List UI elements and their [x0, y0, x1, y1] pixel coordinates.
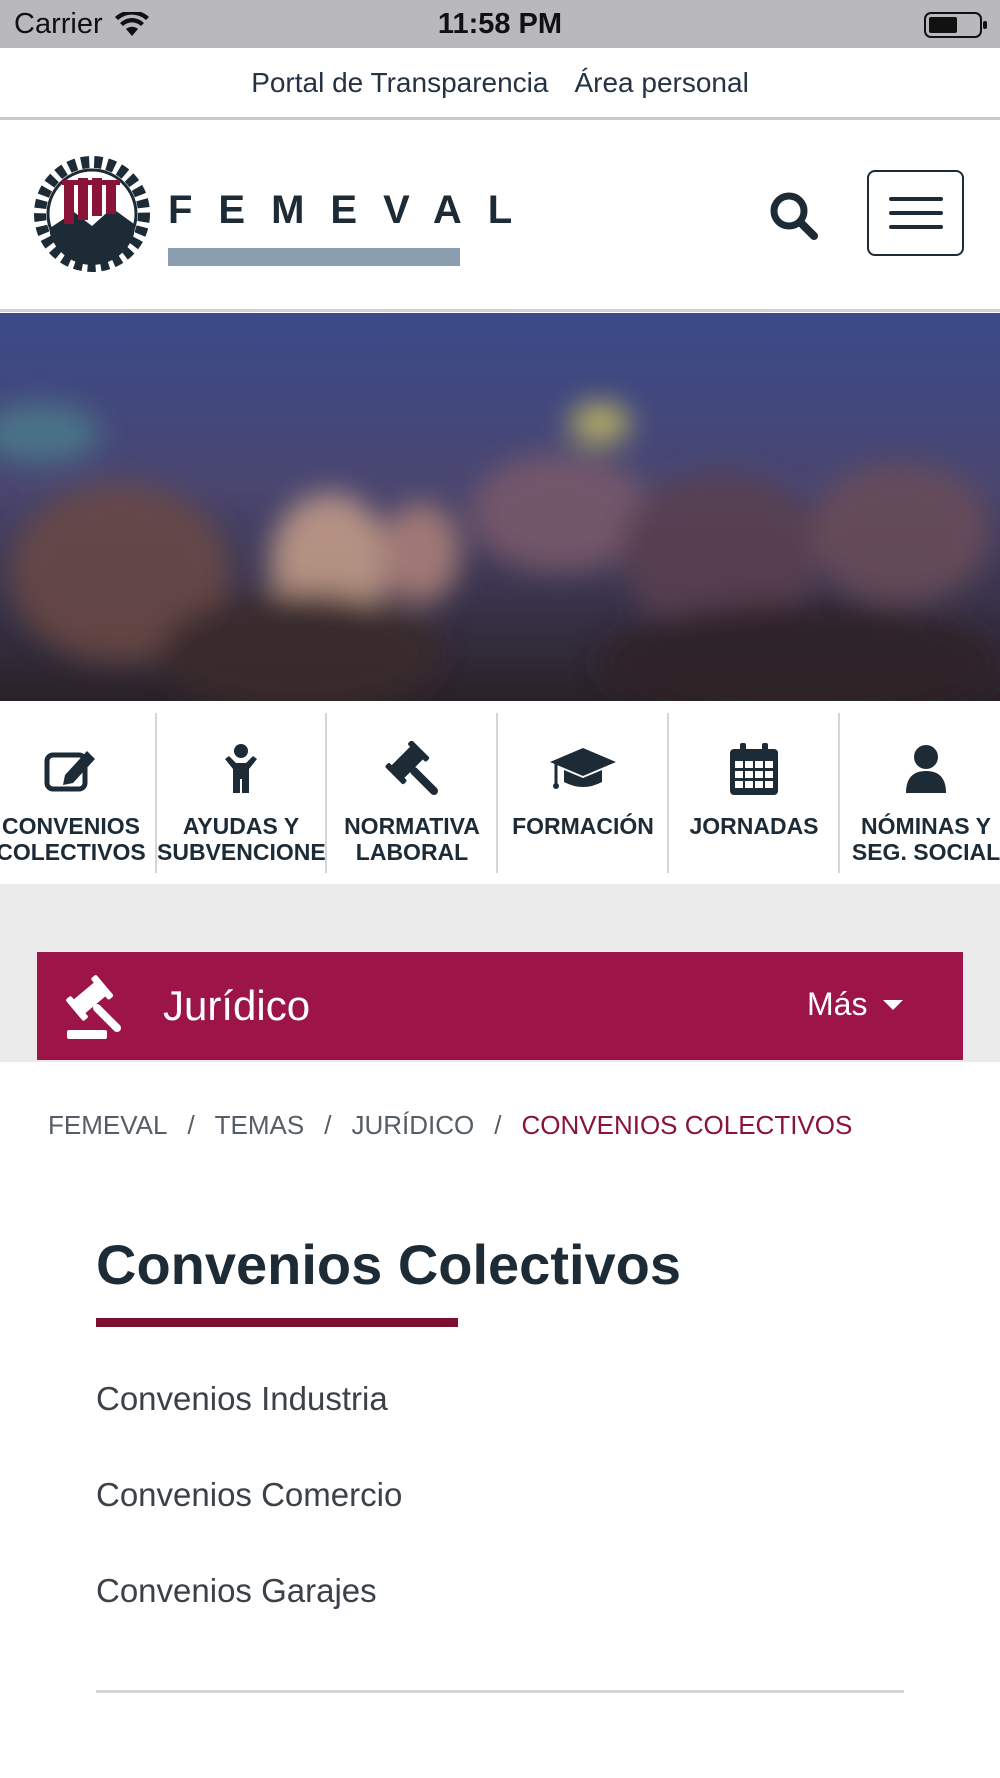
category-label-line1: CONVENIOS [1, 813, 141, 839]
user-icon [906, 745, 946, 793]
category-label-line2: LABORAL [355, 839, 469, 865]
child-icon [225, 744, 257, 793]
edit-icon [44, 751, 95, 792]
category-label-line1: NORMATIVA [344, 813, 480, 839]
category-ayudas-subvenciones[interactable]: AYUDAS Y SUBVENCIONES [157, 713, 327, 873]
category-label-line2: SEG. SOCIAL [851, 839, 1000, 865]
category-label-line2: COLECTIVOS [0, 839, 146, 865]
hamburger-menu-button[interactable] [867, 170, 964, 256]
breadcrumb-item[interactable]: JURÍDICO [351, 1110, 474, 1141]
category-label-line2: SUBVENCIONES [157, 839, 325, 865]
breadcrumb-item[interactable]: FEMEVAL [48, 1110, 167, 1141]
hamburger-line [888, 197, 943, 201]
graduation-cap-icon [550, 748, 616, 789]
caret-down-icon [883, 999, 904, 1010]
category-label-line1: FORMACIÓN [512, 813, 654, 839]
top-links-bar: Portal de Transparencia Área personal [0, 48, 1000, 120]
status-time: 11:58 PM [437, 8, 563, 40]
category-jornadas[interactable]: JORNADAS [670, 713, 840, 873]
gavel-icon [66, 975, 121, 1039]
list-item-convenios-comercio[interactable]: Convenios Comercio [96, 1476, 904, 1572]
breadcrumb-separator: / [324, 1110, 332, 1140]
calendar-icon [730, 743, 778, 795]
category-label-line1: AYUDAS Y [182, 813, 300, 839]
category-normativa-laboral[interactable]: NORMATIVA LABORAL [328, 713, 498, 873]
category-nav: CONVENIOS COLECTIVOS AYUDAS Y SUBVENCION… [0, 701, 1000, 884]
femeval-logo[interactable]: FEMEVAL [34, 156, 512, 276]
category-label-line1: NÓMINAS Y [861, 813, 991, 839]
convenios-list: Convenios Industria Convenios Comercio C… [96, 1380, 904, 1668]
breadcrumb-separator: / [494, 1110, 502, 1140]
section-title: Jurídico [163, 982, 311, 1029]
category-formacion[interactable]: FORMACIÓN [499, 713, 669, 873]
search-icon[interactable] [766, 188, 822, 244]
battery-icon [924, 12, 987, 38]
breadcrumb-current: CONVENIOS COLECTIVOS [521, 1110, 853, 1140]
logo-underbar [168, 248, 460, 266]
content-divider [96, 1690, 904, 1693]
list-item-convenios-garajes[interactable]: Convenios Garajes [96, 1572, 904, 1668]
gavel-icon [385, 741, 438, 795]
category-nominas-seg-social[interactable]: NÓMINAS Y SEG. SOCIAL [841, 713, 1000, 873]
list-item-convenios-industria[interactable]: Convenios Industria [96, 1380, 904, 1476]
more-dropdown[interactable]: Más [807, 986, 904, 1023]
logo-wordmark: FEMEVAL [168, 188, 539, 232]
breadcrumb: FEMEVAL / TEMAS / JURÍDICO / CONVENIOS C… [48, 1110, 852, 1141]
transparency-portal-link[interactable]: Portal de Transparencia [251, 67, 548, 99]
personal-area-link[interactable]: Área personal [574, 67, 748, 99]
logo-gear-icon [34, 156, 150, 272]
category-convenios-colectivos[interactable]: CONVENIOS COLECTIVOS [0, 713, 157, 873]
category-label-line1: JORNADAS [689, 813, 819, 839]
status-bar: Carrier 11:58 PM [0, 0, 1000, 48]
hamburger-line [888, 225, 943, 229]
title-underline [96, 1318, 458, 1327]
hamburger-line [888, 211, 943, 215]
breadcrumb-separator: / [187, 1110, 195, 1140]
page-title: Convenios Colectivos [96, 1233, 682, 1296]
section-header-bar: Jurídico Más [37, 952, 963, 1060]
more-label: Más [807, 986, 868, 1022]
site-header: FEMEVAL [0, 120, 1000, 312]
breadcrumb-item[interactable]: TEMAS [215, 1110, 305, 1141]
hero-banner-image [0, 313, 1000, 701]
